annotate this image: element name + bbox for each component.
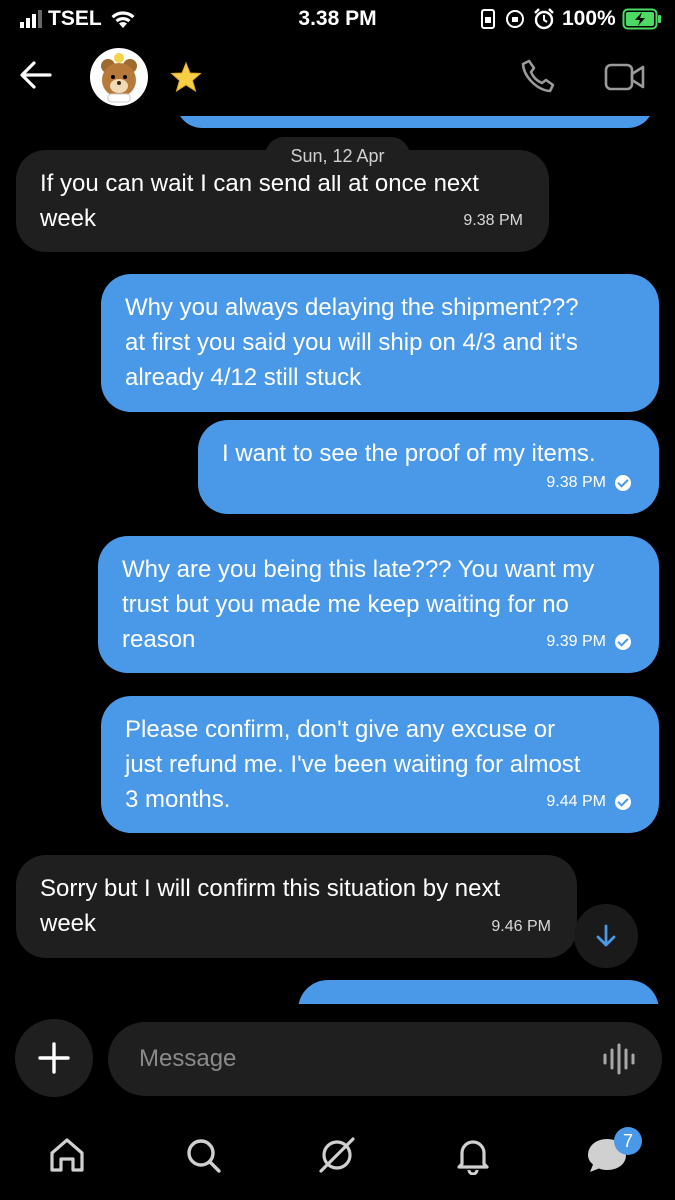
message-time: 9.39 PM <box>546 633 606 650</box>
scroll-to-bottom-button[interactable] <box>574 904 638 968</box>
chat-unread-badge: 7 <box>614 1127 642 1155</box>
nav-notifications[interactable] <box>450 1132 496 1178</box>
message-time: 9.44 PM <box>546 793 606 810</box>
attach-button[interactable] <box>15 1019 93 1097</box>
message-list[interactable]: If you can wait I can send all at once n… <box>0 116 675 1004</box>
message-text: Sorry but I will confirm this situation … <box>40 875 501 937</box>
back-arrow-icon[interactable] <box>20 60 52 90</box>
video-call-icon[interactable] <box>604 62 646 92</box>
read-receipt-icon <box>615 474 631 491</box>
voice-wave-icon[interactable] <box>602 1042 636 1076</box>
status-bar: TSEL 3.38 PM 100% <box>0 0 675 40</box>
notifications-icon <box>457 1140 489 1175</box>
date-separator: Sun, 12 Apr <box>265 137 410 175</box>
search-icon <box>187 1139 221 1173</box>
battery-charging-icon <box>622 8 661 30</box>
message-bubble-incoming[interactable]: Sorry but I will confirm this situation … <box>16 855 577 958</box>
nav-search[interactable] <box>180 1132 226 1178</box>
message-text: Why you always delaying the shipment??? … <box>125 294 579 391</box>
message-time: 9.38 PM <box>463 212 523 229</box>
message-text: If you can wait I can send all at once n… <box>40 170 479 232</box>
star-icon <box>170 61 202 93</box>
avatar[interactable] <box>90 48 148 106</box>
read-receipt-icon <box>615 793 631 810</box>
plus-icon <box>38 1042 70 1074</box>
chat-header <box>0 40 675 116</box>
message-bubble-outgoing[interactable]: Why you always delaying the shipment??? … <box>101 274 659 412</box>
explore-icon <box>319 1137 355 1173</box>
arrow-down-icon <box>596 924 616 947</box>
home-icon <box>50 1138 84 1172</box>
orientation-lock-icon <box>506 10 524 28</box>
message-bubble-outgoing[interactable]: I want to see the proof of my items. 9.3… <box>198 420 659 514</box>
bear-avatar-image <box>101 53 137 103</box>
message-time: 9.46 PM <box>491 918 551 935</box>
phone-call-icon[interactable] <box>520 58 556 94</box>
read-receipt-icon <box>615 633 631 650</box>
nav-explore[interactable] <box>314 1132 360 1178</box>
message-input-container[interactable] <box>108 1022 662 1096</box>
message-bubble-outgoing[interactable]: Please confirm, don't give any excuse or… <box>101 696 659 833</box>
message-input[interactable] <box>137 1044 581 1074</box>
message-time: 9.38 PM <box>546 474 606 491</box>
message-bubble-outgoing[interactable]: Why are you being this late??? You want … <box>98 536 659 673</box>
portrait-lock-icon <box>481 9 495 29</box>
battery-percent: 100% <box>562 7 616 30</box>
previous-outgoing-bubble <box>176 116 654 128</box>
nav-home[interactable] <box>44 1132 90 1178</box>
alarm-icon <box>534 8 554 30</box>
partial-outgoing-bubble <box>298 980 659 1004</box>
